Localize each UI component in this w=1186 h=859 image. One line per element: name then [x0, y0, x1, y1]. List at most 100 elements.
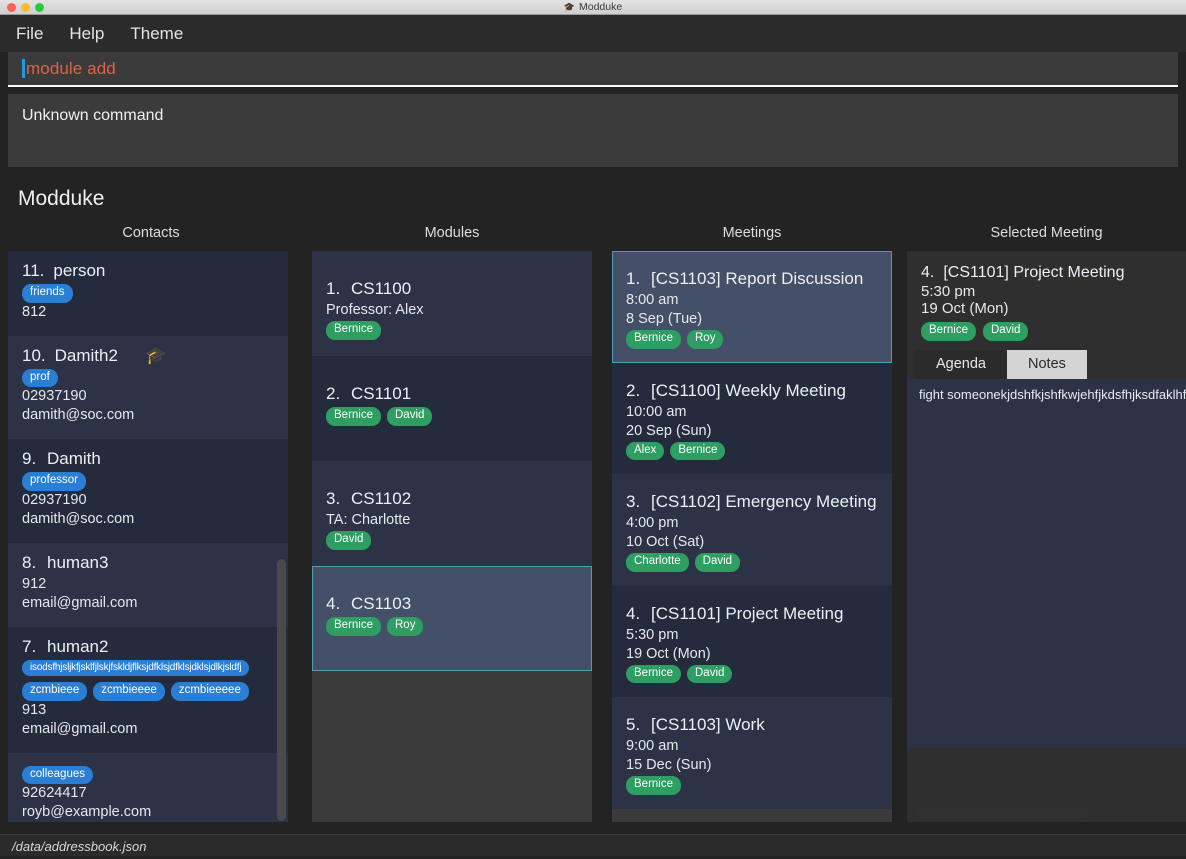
- contact-email: email@gmail.com: [22, 721, 276, 737]
- tab-agenda[interactable]: Agenda: [915, 350, 1007, 379]
- selected-meeting-date: 19 Oct (Mon): [921, 300, 1186, 317]
- command-box-wrapper: module add: [0, 52, 1186, 87]
- meeting-tags: Bernice: [626, 776, 880, 795]
- tag: Roy: [387, 617, 423, 636]
- agenda-tab-content[interactable]: fight someonekjdshfkjshfkwjehfjkdsfhjksd…: [907, 379, 1186, 748]
- module-tags: BerniceRoy: [326, 617, 580, 636]
- meetings-column: Meetings 1.[CS1103] Report Discussion8:0…: [602, 225, 902, 822]
- meeting-tags: Bernice Roy: [626, 330, 880, 349]
- tag: Bernice: [626, 330, 681, 349]
- meeting-time: 8:00 am: [626, 292, 880, 308]
- menu-item-help[interactable]: Help: [69, 25, 104, 42]
- module-index: 2.: [326, 384, 342, 404]
- module-title-row: 4.CS1103: [326, 594, 580, 614]
- selected-meeting-tags: Bernice David: [921, 322, 1186, 341]
- window-titlebar: 🎓 Modduke: [0, 0, 1186, 15]
- meeting-title-row: 2.[CS1100] Weekly Meeting: [626, 381, 880, 401]
- meeting-title-row: 5.[CS1103] Work: [626, 715, 880, 735]
- meeting-index: 3.: [626, 492, 642, 512]
- contact-card[interactable]: 11.personfriends812: [8, 251, 288, 336]
- contact-card[interactable]: 7.human2isodsfhjsljkfjsklfjlskjfskldjflk…: [8, 627, 288, 753]
- meeting-title: [CS1103] Report Discussion: [651, 269, 863, 289]
- result-message: Unknown command: [22, 107, 1178, 125]
- tag: isodsfhjsljkfjsklfjlskjfskldjflksjdfklsj…: [22, 660, 249, 677]
- menu-item-theme[interactable]: Theme: [130, 25, 183, 42]
- close-button[interactable]: [7, 3, 16, 12]
- meeting-time: 9:00 am: [626, 738, 880, 754]
- meeting-time: 10:00 am: [626, 404, 880, 420]
- meeting-card[interactable]: 3.[CS1102] Emergency Meeting4:00 pm10 Oc…: [612, 474, 892, 586]
- meetings-list[interactable]: 1.[CS1103] Report Discussion8:00 am8 Sep…: [612, 251, 892, 822]
- module-card[interactable]: 2.CS1101BerniceDavid: [312, 356, 592, 461]
- module-card[interactable]: 1.CS1100Professor: AlexBernice: [312, 251, 592, 356]
- modules-list[interactable]: 1.CS1100Professor: AlexBernice2.CS1101Be…: [312, 251, 592, 822]
- tab-notes[interactable]: Notes: [1007, 350, 1087, 379]
- tag: professor: [22, 472, 86, 491]
- meeting-card[interactable]: 5.[CS1103] Work 9:00 am 15 Dec (Sun) Bernic…: [612, 697, 892, 809]
- tag: Charlotte: [626, 553, 689, 572]
- contact-index: 8.: [22, 553, 38, 573]
- tag: Bernice: [326, 321, 381, 340]
- contact-card[interactable]: 10.Damith2🎓prof02937190damith@soc.com: [8, 336, 288, 440]
- status-file-path: /data/addressbook.json: [12, 835, 1186, 859]
- selected-meeting-header: 4. [CS1101] Project Meeting 5:30 pm 19 O…: [907, 251, 1186, 350]
- contacts-list[interactable]: 11.personfriends81210.Damith2🎓prof029371…: [8, 251, 288, 822]
- maximize-button[interactable]: [35, 3, 44, 12]
- graduation-cap-icon: 🎓: [564, 3, 575, 12]
- contact-phone: 02937190: [22, 388, 276, 404]
- contact-index: 7.: [22, 637, 38, 657]
- contact-name: human3: [47, 553, 108, 573]
- module-tags: David: [326, 531, 580, 550]
- meeting-card[interactable]: 2.[CS1100] Weekly Meeting10:00 am20 Sep …: [612, 363, 892, 475]
- meeting-title: [CS1101] Project Meeting: [651, 604, 843, 624]
- meeting-index: 5.: [626, 715, 642, 735]
- module-card[interactable]: 4.CS1103 BerniceRoy: [312, 566, 592, 671]
- tag: Alex: [626, 442, 664, 461]
- minimize-button[interactable]: [21, 3, 30, 12]
- status-bar: /data/addressbook.json: [0, 834, 1186, 856]
- meeting-date: 15 Dec (Sun): [626, 757, 880, 773]
- tag: Bernice: [626, 776, 681, 795]
- contact-phone: 02937190: [22, 492, 276, 508]
- tag: zcmbieee: [22, 682, 87, 701]
- meeting-title-row: 1. [CS1103] Report Discussion: [626, 269, 880, 289]
- module-card[interactable]: 3.CS1102TA: CharlotteDavid: [312, 461, 592, 566]
- contacts-scrollbar-thumb[interactable]: [277, 559, 286, 821]
- meeting-tags: BerniceDavid: [626, 665, 880, 684]
- contact-card[interactable]: colleagues92624417royb@example.com: [8, 753, 288, 822]
- module-title-row: 3.CS1102: [326, 489, 580, 509]
- command-input[interactable]: module add: [8, 52, 1178, 87]
- contact-card[interactable]: 9.Damith professor02937190 damith@soc.com: [8, 439, 288, 543]
- meeting-index: 1.: [626, 269, 642, 289]
- contact-name-row: 9.Damith: [22, 449, 276, 469]
- tag: Bernice: [670, 442, 725, 461]
- contact-name: person: [53, 261, 105, 281]
- tag: Bernice: [921, 322, 976, 341]
- tag: Roy: [687, 330, 723, 349]
- meeting-time: 5:30 pm: [626, 627, 880, 643]
- result-display: Unknown command: [8, 94, 1178, 167]
- contact-index: 9.: [22, 449, 38, 469]
- selected-meeting-title-row: 4. [CS1101] Project Meeting: [921, 264, 1186, 282]
- module-index: 4.: [326, 594, 342, 614]
- selected-meeting-horizontal-scrollbar[interactable]: [915, 808, 1091, 819]
- contact-tags: professor: [22, 472, 276, 491]
- module-code: CS1102: [351, 489, 411, 509]
- module-index: 1.: [326, 279, 342, 299]
- selected-meeting-time: 5:30 pm: [921, 283, 1186, 300]
- tag: David: [983, 322, 1028, 341]
- contact-index: 10.: [22, 346, 46, 366]
- module-role: Professor: Alex: [326, 302, 580, 318]
- contact-email: damith@soc.com: [22, 511, 276, 527]
- meeting-tags: CharlotteDavid: [626, 553, 880, 572]
- meeting-title-row: 4.[CS1101] Project Meeting: [626, 604, 880, 624]
- meeting-card[interactable]: 1.[CS1103] Report Discussion8:00 am8 Sep…: [612, 251, 892, 363]
- menu-item-file[interactable]: File: [16, 25, 43, 42]
- window-controls: [0, 3, 44, 12]
- meeting-card[interactable]: 4.[CS1101] Project Meeting5:30 pm19 Oct …: [612, 586, 892, 698]
- tag: David: [387, 407, 432, 426]
- agenda-text: fight someonekjdshfkjshfkwjehfjkdsfhjksd…: [919, 387, 1186, 402]
- selected-meeting-tabbar: AgendaNotes: [907, 350, 1186, 379]
- contact-name-row: 11.person: [22, 261, 276, 281]
- contact-card[interactable]: 8.human3912email@gmail.com: [8, 543, 288, 627]
